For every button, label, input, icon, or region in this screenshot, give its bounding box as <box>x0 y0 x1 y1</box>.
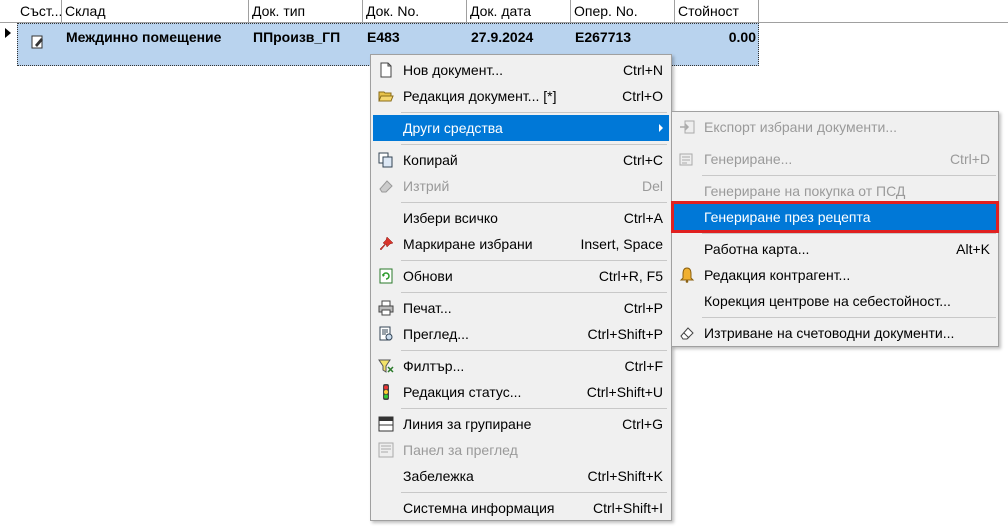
menu-item-delete[interactable]: Изтрий Del <box>373 173 669 199</box>
column-header-warehouse[interactable]: Склад <box>62 0 249 23</box>
menu-item-refresh[interactable]: Обнови Ctrl+R, F5 <box>373 263 669 289</box>
submenu-item-delete-accounting[interactable]: Изтриване на счетоводни документи... <box>674 320 996 346</box>
menu-separator <box>401 408 667 409</box>
cell-doc-type: ППроизв_ГП <box>253 29 341 45</box>
submenu-item-cost-centers[interactable]: Корекция центрове на себестойност... <box>674 288 996 314</box>
menu-separator <box>401 112 667 113</box>
copy-icon <box>378 152 393 168</box>
submenu-item-edit-partner[interactable]: Редакция контрагент... <box>674 262 996 288</box>
filter-icon <box>378 359 394 373</box>
menu-item-new-document[interactable]: Нов документ... Ctrl+N <box>373 57 669 83</box>
cell-oper-no: Е267713 <box>575 29 632 45</box>
new-document-icon <box>380 62 392 78</box>
menu-separator <box>401 350 667 351</box>
menu-item-edit-document[interactable]: Редакция документ... [*] Ctrl+O <box>373 83 669 109</box>
print-preview-icon <box>379 326 393 341</box>
menu-item-copy[interactable]: Копирай Ctrl+C <box>373 147 669 173</box>
pushpin-icon <box>379 236 394 251</box>
cell-warehouse: Междинно помещение <box>66 29 222 45</box>
menu-item-mark-selected[interactable]: Маркиране избрани Insert, Space <box>373 231 669 257</box>
column-header-doc-no[interactable]: Док. No. <box>363 0 467 23</box>
menu-item-note[interactable]: Забележка Ctrl+Shift+K <box>373 463 669 489</box>
submenu-arrow-icon <box>659 124 663 132</box>
column-header-doc-type[interactable]: Док. тип <box>249 0 363 23</box>
preview-panel-icon <box>378 442 394 458</box>
menu-item-preview-panel[interactable]: Панел за преглед <box>373 437 669 463</box>
cell-value: 0.00 <box>728 29 756 45</box>
context-menu: Нов документ... Ctrl+N Редакция документ… <box>370 54 672 521</box>
grid-header: Съст... Склад Док. тип Док. No. Док. дат… <box>0 0 1008 23</box>
submenu-item-generate[interactable]: Генериране... Ctrl+D <box>674 146 996 172</box>
generate-icon <box>679 153 693 166</box>
menu-item-edit-status[interactable]: Редакция статус... Ctrl+Shift+U <box>373 379 669 405</box>
menu-item-system-info[interactable]: Системна информация Ctrl+Shift+I <box>373 495 669 521</box>
submenu-other-tools: Експорт избрани документи... Генериране.… <box>671 111 999 347</box>
printer-icon <box>378 300 394 316</box>
open-folder-icon <box>378 91 394 102</box>
bell-icon <box>679 267 695 283</box>
eraser-icon <box>680 327 694 340</box>
menu-item-print[interactable]: Печат... Ctrl+P <box>373 295 669 321</box>
menu-item-preview[interactable]: Преглед... Ctrl+Shift+P <box>373 321 669 347</box>
menu-separator <box>702 317 996 318</box>
grouping-bar-icon <box>378 416 394 432</box>
cell-doc-no: Е483 <box>367 29 400 45</box>
row-indicator <box>0 23 17 66</box>
current-row-arrow-icon <box>5 28 11 38</box>
submenu-item-work-card[interactable]: Работна карта... Alt+K <box>674 236 996 262</box>
menu-separator <box>401 260 667 261</box>
column-header-value[interactable]: Стойност <box>675 0 759 23</box>
menu-item-filter[interactable]: Филтър... Ctrl+F <box>373 353 669 379</box>
traffic-light-icon <box>383 384 389 400</box>
document-edit-icon <box>31 35 43 49</box>
menu-item-select-all[interactable]: Избери всичко Ctrl+A <box>373 205 669 231</box>
cell-doc-date: 27.9.2024 <box>471 29 534 45</box>
menu-separator <box>401 144 667 145</box>
column-header-state[interactable]: Съст... <box>17 0 62 23</box>
submenu-item-generate-recipe[interactable]: Генериране през рецепта <box>671 201 999 233</box>
refresh-icon <box>379 268 393 284</box>
submenu-item-generate-purchase[interactable]: Генериране на покупка от ПСД <box>674 178 996 204</box>
menu-separator <box>702 233 996 234</box>
menu-item-group-line[interactable]: Линия за групиране Ctrl+G <box>373 411 669 437</box>
submenu-item-export-selected[interactable]: Експорт избрани документи... <box>674 114 996 140</box>
menu-separator <box>401 492 667 493</box>
column-header-oper-no[interactable]: Опер. No. <box>571 0 675 23</box>
menu-separator <box>401 292 667 293</box>
eraser-icon <box>379 180 393 193</box>
column-header-doc-date[interactable]: Док. дата <box>467 0 571 23</box>
export-icon <box>680 120 695 134</box>
menu-separator <box>401 202 667 203</box>
menu-item-other-tools[interactable]: Други средства <box>373 115 669 141</box>
menu-separator <box>702 175 996 176</box>
